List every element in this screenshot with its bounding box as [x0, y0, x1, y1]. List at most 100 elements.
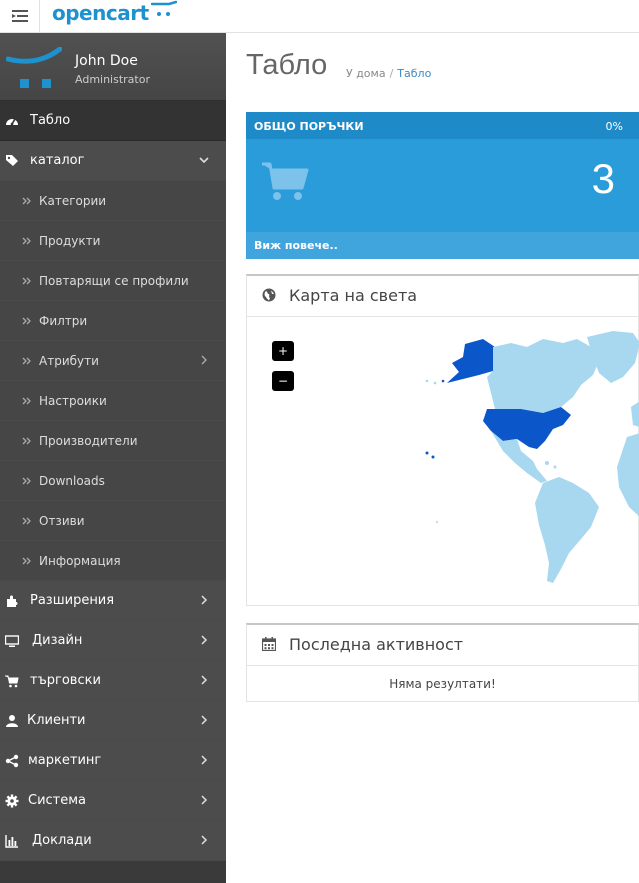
world-map[interactable]: + − — [247, 317, 639, 607]
breadcrumb-home-link[interactable]: У дома — [346, 67, 386, 80]
chevron-right-icon — [201, 675, 208, 685]
sidebar-subitem-reviews[interactable]: Отзиви — [0, 501, 226, 541]
sidebar-item-label: маркетинг — [28, 753, 102, 768]
chevron-right-icon — [201, 795, 208, 805]
view-more-link[interactable]: Виж повече.. — [254, 239, 338, 252]
opencart-logo[interactable]: opencart — [52, 0, 177, 28]
sidebar-subitem-label: Отзиви — [39, 514, 85, 528]
sidebar-subitem-label: Категории — [39, 194, 107, 208]
chevron-right-icon — [201, 595, 208, 605]
chevron-down-icon — [199, 157, 209, 164]
sidebar-item-catalog[interactable]: каталог — [0, 141, 226, 181]
sidebar-subitem-label: Продукти — [39, 234, 101, 248]
breadcrumb-current-link[interactable]: Табло — [397, 67, 431, 80]
cog-icon — [5, 794, 19, 808]
chevron-right-icon — [201, 835, 208, 845]
calendar-icon — [262, 637, 276, 651]
chevron-right-icon — [201, 355, 207, 365]
map-canada — [487, 339, 599, 413]
double-chevron-right-icon — [22, 275, 32, 289]
sidebar-subitem-products[interactable]: Продукти — [0, 221, 226, 261]
sidebar-item-customers[interactable]: Клиенти — [0, 701, 226, 741]
panel-title: Последна активност — [289, 635, 464, 654]
menu-toggle-button[interactable] — [0, 0, 40, 32]
sidebar-item-label: търговски — [30, 673, 101, 688]
sidebar-item-design[interactable]: Дизайн — [0, 621, 226, 661]
sidebar-subitem-downloads[interactable]: Downloads — [0, 461, 226, 501]
top-header: opencart — [0, 0, 639, 33]
breadcrumb: У дома / Табло — [346, 67, 431, 80]
chevron-right-icon — [201, 635, 208, 645]
sidebar-item-label: Система — [28, 793, 87, 808]
sidebar-subitem-filters[interactable]: Филтри — [0, 301, 226, 341]
sidebar-subitem-categories[interactable]: Категории — [0, 181, 226, 221]
double-chevron-right-icon — [22, 235, 32, 249]
sidebar: John Doe Administrator Табло каталог Кат… — [0, 33, 226, 883]
television-icon — [5, 635, 19, 647]
double-chevron-right-icon — [22, 475, 32, 489]
sidebar-item-extensions[interactable]: Разширения — [0, 581, 226, 621]
panel-header: Последна активност — [247, 625, 638, 666]
tile-value: 3 — [591, 155, 615, 202]
sidebar-subitem-label: Настроики — [39, 394, 107, 408]
map-greenland — [587, 331, 639, 383]
recent-activity-panel: Последна активност Няма резултати! — [246, 623, 639, 702]
double-chevron-right-icon — [22, 315, 32, 329]
sidebar-subitem-options[interactable]: Настроики — [0, 381, 226, 421]
dashboard-icon — [6, 118, 18, 126]
double-chevron-right-icon — [22, 515, 32, 529]
tile-percent: 0% — [605, 120, 623, 133]
menu-toggle-icon — [11, 10, 28, 22]
sidebar-subitem-attributes[interactable]: Атрибути — [0, 341, 226, 381]
sidebar-item-label: Разширения — [30, 593, 115, 608]
map-usa — [483, 407, 571, 449]
sidebar-item-reports[interactable]: Доклади — [0, 821, 226, 861]
puzzle-icon — [7, 595, 18, 607]
chevron-right-icon — [201, 755, 208, 765]
sidebar-item-label: Дизайн — [32, 633, 83, 648]
user-icon — [6, 715, 18, 727]
user-role: Administrator — [75, 73, 150, 86]
tags-icon — [6, 155, 18, 166]
sidebar-item-marketing[interactable]: маркетинг — [0, 741, 226, 781]
breadcrumb-separator: / — [389, 67, 394, 80]
sidebar-subitem-label: Информация — [39, 554, 121, 568]
bar-chart-icon — [5, 835, 18, 848]
world-map-panel: Карта на света + − — [246, 274, 639, 606]
user-name: John Doe — [75, 53, 138, 69]
sidebar-item-label: Табло — [30, 113, 71, 128]
sidebar-item-sales[interactable]: търговски — [0, 661, 226, 701]
globe-icon — [262, 288, 276, 302]
user-profile[interactable]: John Doe Administrator — [0, 33, 226, 101]
no-results-text: Няма резултати! — [389, 677, 496, 691]
total-orders-tile: ОБЩО ПОРЪЧКИ 0% 3 Виж повече.. — [246, 112, 639, 259]
sidebar-item-dashboard[interactable]: Табло — [0, 101, 226, 141]
sidebar-subitem-recurring-profiles[interactable]: Повтарящи се профили — [0, 261, 226, 301]
sidebar-subitem-label: Повтарящи се профили — [39, 274, 189, 288]
double-chevron-right-icon — [22, 435, 32, 449]
logo-cart-icon — [150, 0, 177, 16]
shopping-cart-icon — [262, 162, 309, 200]
tile-title: ОБЩО ПОРЪЧКИ — [254, 120, 364, 133]
opencart-cart-logo-icon — [6, 47, 62, 88]
double-chevron-right-icon — [22, 195, 32, 209]
double-chevron-right-icon — [22, 395, 32, 409]
sidebar-subitem-label: Филтри — [39, 314, 88, 328]
world-map-shapes — [425, 331, 639, 583]
main-content: Табло У дома / Табло ОБЩО ПОРЪЧКИ 0% 3 Виж… — [226, 33, 639, 883]
double-chevron-right-icon — [22, 555, 32, 569]
tile-header: ОБЩО ПОРЪЧКИ 0% — [246, 112, 639, 139]
sidebar-subitem-label: Downloads — [39, 474, 105, 488]
page-title: Табло — [246, 49, 328, 81]
sidebar-item-system[interactable]: Система — [0, 781, 226, 821]
sidebar-item-label: каталог — [30, 153, 85, 168]
tile-body: 3 — [246, 139, 639, 232]
tile-footer[interactable]: Виж повече.. — [246, 232, 639, 259]
double-chevron-right-icon — [22, 355, 32, 369]
sidebar-subitem-manufacturers[interactable]: Производители — [0, 421, 226, 461]
chevron-right-icon — [201, 715, 208, 725]
logo-text: opencart — [52, 1, 149, 25]
shopping-cart-icon — [5, 675, 19, 688]
sidebar-subitem-information[interactable]: Информация — [0, 541, 226, 581]
sidebar-item-label: Доклади — [32, 833, 92, 848]
